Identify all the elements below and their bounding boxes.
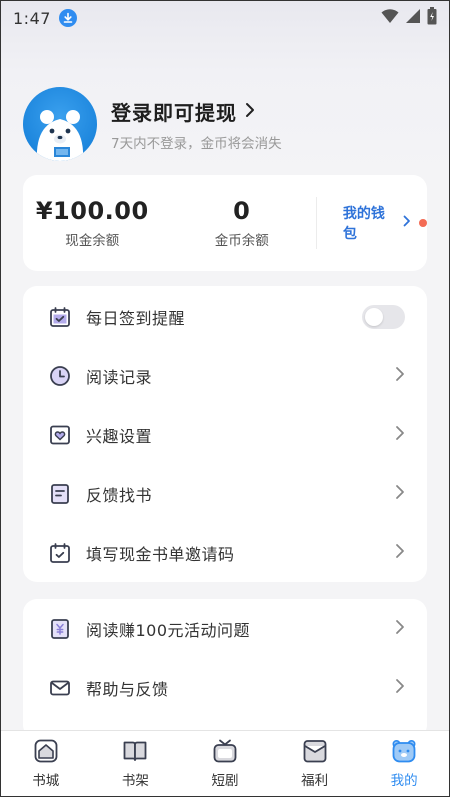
nav-label: 书架 [121,773,149,789]
menu-item-label: 每日签到提醒 [86,308,186,328]
cash-label: 现金余额 [65,233,120,249]
menu-item-label: 反馈找书 [86,485,153,505]
bottom-nav: 书城 书架 短剧 福利 我的 [1,730,449,796]
chevron-right-icon [395,543,405,563]
status-time: 1:47 [13,8,51,28]
menu-card: 每日签到提醒 阅读记录 兴趣设置 反馈找书 填写现金书单邀请码 [23,286,427,582]
my-wallet-label: 我的钱包 [342,206,385,242]
menu-item-help-feedback[interactable]: 帮助与反馈 [23,658,427,717]
menu-item-label: 帮助与反馈 [86,679,169,699]
menu-item-activity-faq[interactable]: 阅读赚100元活动问题 [23,599,427,658]
cash-value: ¥100.00 [35,197,149,225]
coin-value: 0 [233,197,251,225]
nav-label: 福利 [301,773,329,789]
menu-item-label: 阅读赚100元活动问题 [86,620,251,640]
calendar-check-icon [49,542,71,564]
login-title[interactable]: 登录即可提现 [111,97,237,126]
notification-dot [419,219,427,227]
status-icons [381,7,437,29]
book-icon [122,738,148,764]
screen: 1:47 登录即可提现 7天内不登录，金币将会消失 ¥100.00 现金余额 0… [0,0,450,797]
wallet-card: ¥100.00 现金余额 0 金币余额 我的钱包 [23,175,427,271]
nav-tab-mine[interactable]: 我的 [359,731,449,796]
signal-icon [405,8,421,28]
home-icon [33,738,59,764]
bear-icon [391,738,417,764]
cash-balance[interactable]: ¥100.00 现金余额 [23,197,162,249]
tv-icon [212,738,238,764]
avatar[interactable] [23,87,97,161]
nav-label: 书城 [32,773,60,789]
menu-card-help: 阅读赚100元活动问题 帮助与反馈 [23,599,427,739]
bear-avatar-icon [36,110,84,161]
login-row[interactable]: 登录即可提现 [111,97,282,126]
heart-frame-icon [49,424,71,446]
checkin-reminder-toggle[interactable] [362,304,405,329]
coin-balance[interactable]: 0 金币余额 [168,197,316,249]
my-wallet-link[interactable]: 我的钱包 [343,203,427,243]
chevron-right-icon [395,484,405,504]
nav-label: 短剧 [211,773,239,789]
nav-tab-short-drama[interactable]: 短剧 [180,731,270,796]
login-subtitle: 7天内不登录，金币将会消失 [111,135,282,152]
battery-icon [427,7,437,29]
menu-item-label: 填写现金书单邀请码 [86,544,235,564]
chevron-right-icon [395,366,405,386]
status-bar: 1:47 [1,1,449,35]
yuan-doc-icon [49,618,71,640]
gift-envelope-icon [302,738,328,764]
nav-tab-bookstore[interactable]: 书城 [1,731,91,796]
divider [315,197,317,249]
profile-text: 登录即可提现 7天内不登录，金币将会消失 [111,97,282,152]
chevron-right-icon [395,619,405,639]
clock-icon [49,365,71,387]
menu-item-feedback-find-book[interactable]: 反馈找书 [23,464,427,523]
menu-item-checkin-reminder[interactable]: 每日签到提醒 [23,287,427,346]
calendar-check-icon [49,306,71,328]
chevron-right-icon [245,99,255,123]
chevron-right-icon [395,678,405,698]
chevron-right-icon [403,215,411,231]
chevron-right-icon [395,425,405,445]
mail-icon [49,677,71,699]
nav-tab-welfare[interactable]: 福利 [270,731,360,796]
toggle-knob [365,307,383,326]
nav-tab-bookshelf[interactable]: 书架 [91,731,181,796]
nav-label: 我的 [390,773,418,789]
menu-item-interest-settings[interactable]: 兴趣设置 [23,405,427,464]
menu-item-reading-history[interactable]: 阅读记录 [23,346,427,405]
menu-item-label: 阅读记录 [86,367,153,387]
menu-item-invite-code[interactable]: 填写现金书单邀请码 [23,523,427,582]
profile-header[interactable]: 登录即可提现 7天内不登录，金币将会消失 [23,84,427,164]
wifi-icon [381,8,399,28]
note-icon [49,483,71,505]
download-icon [58,9,77,27]
menu-item-label: 兴趣设置 [86,426,153,446]
coin-label: 金币余额 [214,233,269,249]
